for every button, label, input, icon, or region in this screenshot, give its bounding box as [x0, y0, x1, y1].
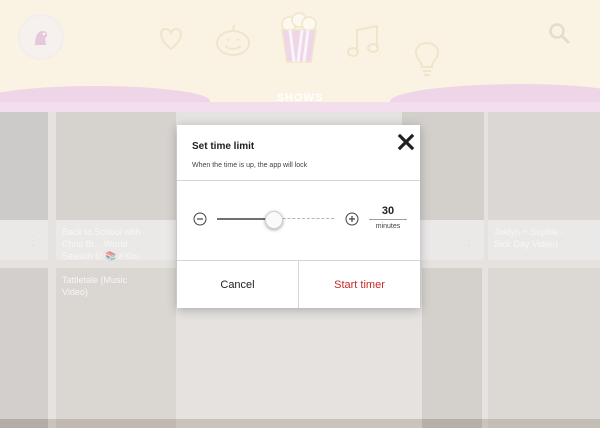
- divider: [177, 180, 420, 181]
- cancel-button[interactable]: Cancel: [177, 261, 298, 308]
- increase-button[interactable]: [345, 212, 359, 226]
- time-slider[interactable]: [217, 211, 334, 229]
- minus-circle-icon: [193, 212, 207, 226]
- dialog-subtitle: When the time is up, the app will lock: [192, 162, 308, 169]
- plus-circle-icon: [345, 212, 359, 226]
- time-value-unit: minutes: [375, 223, 401, 230]
- start-timer-button[interactable]: Start timer: [299, 261, 420, 308]
- slider-thumb[interactable]: [265, 211, 284, 229]
- time-value-number: 30: [369, 205, 407, 220]
- dialog-title: Set time limit: [192, 141, 255, 152]
- time-limit-dialog: Set time limit When the time is up, the …: [177, 125, 420, 308]
- close-icon: [397, 133, 415, 151]
- time-value: 30 minutes: [369, 205, 407, 230]
- close-button[interactable]: [395, 131, 417, 153]
- decrease-button[interactable]: [193, 212, 207, 226]
